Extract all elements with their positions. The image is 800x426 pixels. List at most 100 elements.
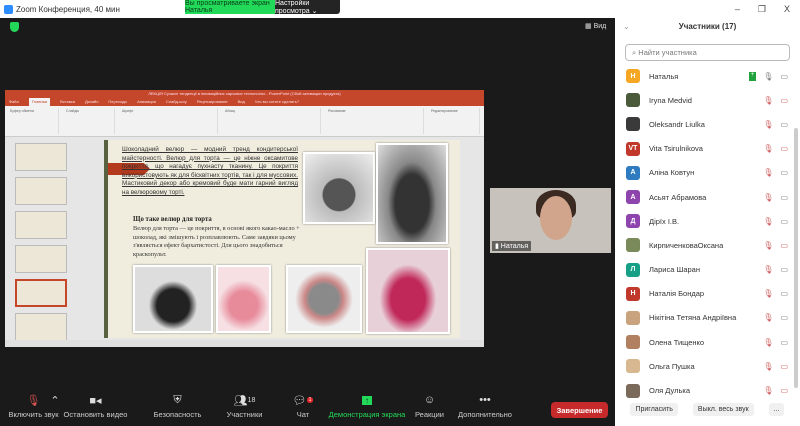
participant-row[interactable]: Н Наталія Бондар 🎙︎ ▭ [615, 282, 800, 306]
stop-video-button[interactable]: ■◂ Остановить видео [63, 390, 128, 426]
ppt-tab[interactable]: Слайд-шоу [166, 98, 187, 106]
end-meeting-button[interactable]: Завершение [551, 402, 608, 418]
muted-mic-icon: 🎙︎ [763, 313, 774, 323]
cake-image [376, 143, 448, 244]
participant-row[interactable]: А Асьят Абрамова 🎙︎ ▭ [615, 185, 800, 209]
avatar: Д [626, 214, 640, 229]
chat-button[interactable]: 💬︎ 1 Чат [288, 390, 318, 426]
slide-thumbnail[interactable] [15, 211, 67, 239]
participant-row[interactable]: Д Дірїх І.В. 🎙︎ ▭ [615, 209, 800, 233]
slide-thumbnails [5, 137, 100, 341]
participant-search-input[interactable]: ⌕ Найти участника [625, 44, 790, 61]
participant-name: Дірїх І.В. [649, 216, 680, 226]
participant-name: Ольга Пушка [649, 361, 695, 371]
video-camera-icon: ▭ [780, 313, 788, 323]
chat-icon: 💬︎ 1 [292, 394, 314, 407]
ppt-tell-me[interactable]: Что вы хотите сделать? [255, 98, 299, 106]
restore-button[interactable]: ❐ [758, 4, 766, 15]
avatar [626, 117, 640, 132]
meeting-area: ▦ Вид ЛЕКЦІЯ Сучасні тенденції в інновац… [0, 18, 615, 390]
participant-row[interactable]: Oleksandr Liulka 🎙︎ ▭ [615, 112, 800, 136]
cake-image [286, 265, 362, 333]
scrollbar[interactable] [794, 128, 798, 388]
mic-icon: 🎙︎ [763, 71, 774, 81]
minimize-button[interactable]: – [735, 4, 740, 14]
muted-mic-icon: 🎙︎ [763, 240, 774, 250]
ppt-tab[interactable]: Рецензирование [197, 98, 228, 106]
avatar [626, 93, 640, 108]
viewing-banner: Вы просматриваете экран Наталья [185, 0, 275, 14]
video-camera-icon: ▭ [780, 216, 788, 226]
avatar: Л [626, 262, 640, 277]
video-camera-icon: ▭ [780, 192, 788, 202]
ppt-tab[interactable]: Переходы [108, 98, 127, 106]
ribbon-group: Абзац [224, 108, 321, 134]
participant-row[interactable]: КирпиченковаОксана 🎙︎ ▭ [615, 233, 800, 257]
ppt-tab[interactable]: Дизайн [85, 98, 98, 106]
smiley-icon: ☺ [423, 394, 436, 406]
avatar: Н [626, 69, 640, 84]
ppt-tab[interactable]: Вставка [60, 98, 75, 106]
participant-row[interactable]: Iryna Medvid 🎙︎ ▭ [615, 88, 800, 112]
ppt-tab[interactable]: Анимация [137, 98, 156, 106]
close-button[interactable]: X [784, 4, 790, 14]
avatar [626, 359, 640, 374]
participants-panel: ⌄ Участники (17) ⌕ Найти участника Н Натал… [615, 18, 800, 426]
share-screen-button[interactable]: ↑ Демонстрация экрана [327, 390, 407, 426]
shared-screen: ЛЕКЦІЯ Сучасні тенденції в інноваційних … [5, 90, 484, 347]
cake-image [133, 265, 213, 333]
view-button[interactable]: ▦ Вид [585, 22, 606, 30]
participant-name: Аліна Ковтун [649, 168, 695, 178]
more-options-button[interactable]: ... [768, 403, 785, 416]
participant-row[interactable]: Л Лариса Шаран 🎙︎ ▭ [615, 258, 800, 282]
participants-button[interactable]: 👥︎ 18 Участники [222, 390, 267, 426]
window-title: Zoom Конференция, 40 мин [16, 4, 120, 14]
video-camera-icon: ▭ [780, 71, 788, 81]
invite-button[interactable]: Пригласить [630, 403, 678, 416]
ppt-tab[interactable]: Главная [28, 98, 51, 106]
slide-thumbnail[interactable] [15, 313, 67, 341]
slide-heading: Що таке велюр для торта [133, 216, 212, 223]
reactions-button[interactable]: ☺ Реакции [412, 390, 447, 426]
mute-all-button[interactable]: Выкл. весь звук [692, 403, 754, 416]
ppt-tab[interactable]: Файл [9, 98, 19, 106]
slide-paragraph-2: Велюр для торта — це покриття, в основі … [133, 225, 300, 259]
participant-video[interactable]: ▮ Наталья [490, 188, 611, 253]
panel-title: Участники (17) [678, 22, 737, 31]
view-options-button[interactable]: Настройки просмотра ⌄ [275, 0, 340, 15]
video-camera-icon: ▭ [780, 337, 788, 347]
slide-paragraph-1: Шоколадний велюр — модний тренд кондитер… [122, 146, 298, 196]
participant-name: Лариса Шаран [649, 265, 700, 275]
chevron-down-icon[interactable]: ⌄ [623, 18, 630, 36]
video-name-label: ▮ Наталья [492, 241, 532, 251]
participant-row[interactable]: А Аліна Ковтун 🎙︎ ▭ [615, 161, 800, 185]
slide-thumbnail[interactable] [15, 177, 67, 205]
participant-row[interactable]: Оля Дулька 🎙︎ ▭ [615, 378, 800, 402]
participant-row[interactable]: Олена Тищенко 🎙︎ ▭ [615, 330, 800, 354]
avatar [626, 310, 640, 325]
participant-row[interactable]: Н Наталья + 🎙︎ ▭ [615, 64, 800, 88]
participant-name: Асьят Абрамова [649, 192, 707, 202]
ppt-tab[interactable]: Вид [238, 98, 245, 106]
ppt-status-bar [5, 340, 484, 347]
participant-row[interactable]: Ольга Пушка 🎙︎ ▭ [615, 354, 800, 378]
slide-thumbnail[interactable] [15, 245, 67, 273]
participant-row[interactable]: Нікітіна Тетяна Андріївна 🎙︎ ▭ [615, 306, 800, 330]
avatar: А [626, 165, 640, 180]
chat-badge: 1 [306, 397, 314, 403]
more-dots-icon: ••• [479, 394, 491, 406]
participant-name: Vita Tsirulnikova [649, 144, 703, 154]
security-button[interactable]: ⛨ Безопасность [150, 390, 205, 426]
participant-list: Н Наталья + 🎙︎ ▭ Iryna Medvid 🎙︎ ▭ Oleksandr Liu… [615, 64, 800, 403]
more-button[interactable]: ••• Дополнительно [455, 390, 515, 426]
participant-row[interactable]: VT Vita Tsirulnikova 🎙︎ ▭ [615, 137, 800, 161]
video-off-icon: ▭ [780, 386, 788, 396]
ppt-ribbon-tabs: Файл Главная Вставка Дизайн Переходы Ани… [5, 98, 484, 106]
participant-name: Наталія Бондар [649, 289, 705, 299]
audio-options-caret[interactable]: ⌃ [50, 390, 60, 426]
security-shield-icon[interactable] [10, 22, 19, 32]
ppt-title-bar: ЛЕКЦІЯ Сучасні тенденції в інноваційних … [5, 90, 484, 98]
slide-thumbnail[interactable] [15, 143, 67, 171]
cake-image [303, 152, 375, 224]
slide-thumbnail-selected[interactable] [15, 279, 67, 307]
